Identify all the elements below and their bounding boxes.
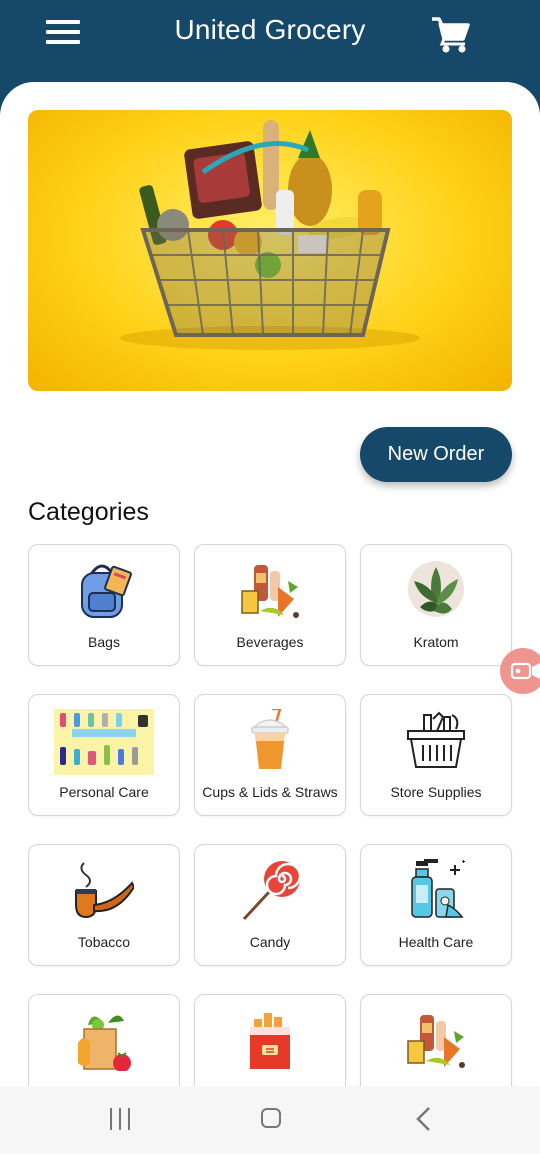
category-card-beverages[interactable]: Beverages (194, 544, 346, 666)
backpack-icon (81, 564, 132, 618)
cart-button[interactable] (430, 14, 472, 54)
category-label: Personal Care (59, 784, 149, 800)
category-label: Bags (88, 634, 120, 650)
category-label: Tobacco (77, 934, 131, 950)
pipe-icon (75, 862, 134, 919)
category-label: Candy (249, 934, 291, 950)
kratom-leaves-icon (408, 561, 464, 617)
category-card-food-grocery[interactable] (28, 994, 180, 1086)
category-card-cups-lids-straws[interactable]: Cups & Lids & Straws (194, 694, 346, 816)
system-nav-bar (0, 1086, 540, 1154)
category-card-tobacco[interactable]: Tobacco (28, 844, 180, 966)
category-card-personal-care[interactable]: Personal Care (28, 694, 180, 816)
new-order-button[interactable]: New Order (360, 427, 512, 482)
category-label: Kratom (413, 634, 459, 650)
back-icon[interactable] (414, 1106, 434, 1132)
cigarettes-icon (250, 1013, 290, 1069)
category-card-bags[interactable]: Bags (28, 544, 180, 666)
food-grocery-icon (78, 1015, 131, 1071)
grocery-basket-image (120, 120, 420, 350)
category-card-cigarettes[interactable] (194, 994, 346, 1086)
screen-record-icon (510, 662, 540, 680)
banner-image (28, 110, 512, 391)
category-card-candy[interactable]: Candy (194, 844, 346, 966)
categories-title: Categories (28, 498, 149, 526)
category-card-store-supplies[interactable]: Store Supplies (360, 694, 512, 816)
category-label: Store Supplies (390, 784, 482, 800)
category-label: Beverages (236, 634, 304, 650)
recents-icon[interactable] (110, 1108, 132, 1130)
home-icon[interactable] (261, 1108, 281, 1128)
category-card-beverages-2[interactable] (360, 994, 512, 1086)
basket-icon (407, 711, 465, 768)
category-label: Cups & Lids & Straws (202, 784, 338, 800)
category-card-health-care[interactable]: Health Care (360, 844, 512, 966)
main-content: New Order Categories Bags Beverages Krat… (0, 82, 540, 1086)
category-card-kratom[interactable]: Kratom (360, 544, 512, 666)
cup-straw-icon (251, 709, 289, 769)
beverages-icon (241, 565, 299, 618)
category-label: Health Care (398, 934, 474, 950)
screen-record-button[interactable] (500, 648, 540, 694)
personal-care-icon (54, 709, 154, 775)
beverages-icon (407, 1015, 465, 1068)
shopping-cart-icon (432, 17, 470, 53)
health-care-icon (411, 859, 465, 918)
lollipop-icon (242, 861, 300, 921)
